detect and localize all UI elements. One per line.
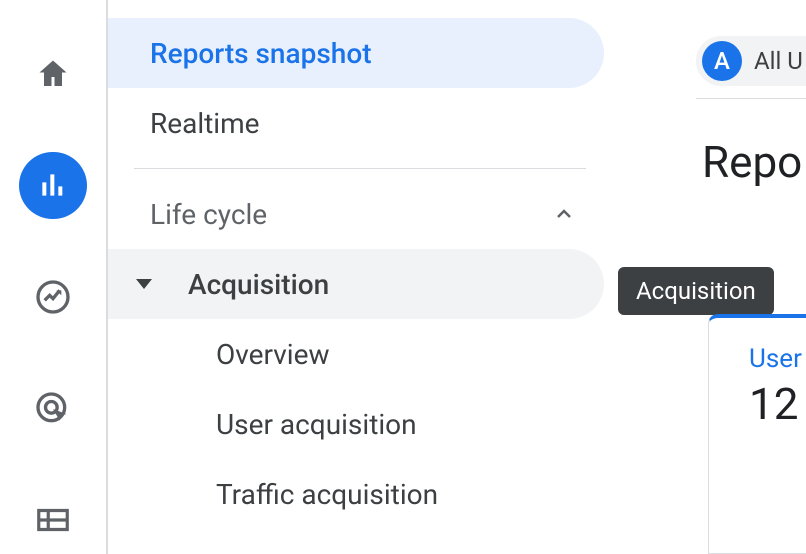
nav-advertising-button[interactable] (19, 375, 87, 443)
nav-reports-snapshot[interactable]: Reports snapshot (108, 18, 604, 88)
nav-divider (134, 168, 586, 169)
nav-configure-button[interactable] (19, 486, 87, 554)
audience-badge-letter: A (714, 47, 730, 75)
audience-badge: A (702, 41, 742, 81)
page-title: Repo (702, 136, 802, 188)
caret-down-icon (136, 279, 152, 289)
nav-sub2-label: Traffic acquisition (216, 478, 438, 511)
nav-sub2-label: User acquisition (216, 408, 417, 441)
nav-traffic-acquisition[interactable]: Traffic acquisition (108, 459, 604, 529)
content-area: A All U Repo User 12 (696, 0, 806, 554)
icon-rail (0, 0, 108, 554)
audience-label: All U (754, 47, 803, 75)
nav-acquisition[interactable]: Acquisition (108, 249, 604, 319)
metric-value: 12 (749, 378, 806, 430)
metric-card[interactable]: User 12 (708, 314, 806, 554)
metric-label: User (749, 344, 806, 374)
nav-user-acquisition[interactable]: User acquisition (108, 389, 604, 459)
nav-sub-label: Acquisition (188, 268, 329, 301)
nav-explore-button[interactable] (19, 263, 87, 331)
nav-section-life-cycle[interactable]: Life cycle (108, 179, 604, 249)
reports-nav-panel: Reports snapshot Realtime Life cycle Acq… (108, 0, 604, 554)
explore-trend-icon (33, 277, 73, 317)
nav-acquisition-overview[interactable]: Overview (108, 319, 604, 389)
home-icon (35, 56, 71, 92)
nav-section-label: Life cycle (150, 198, 267, 231)
content-divider (696, 98, 806, 99)
nav-realtime[interactable]: Realtime (108, 88, 604, 158)
target-click-icon (33, 389, 73, 429)
nav-item-label: Realtime (150, 107, 260, 140)
nav-home-button[interactable] (19, 40, 87, 108)
nav-reports-button[interactable] (19, 152, 87, 220)
nav-sub2-label: Overview (216, 338, 330, 371)
nav-item-label: Reports snapshot (150, 37, 372, 70)
audience-chip[interactable]: A All U (696, 36, 806, 86)
bar-chart-icon (37, 169, 69, 201)
table-icon (34, 501, 72, 539)
chevron-up-icon (552, 202, 576, 226)
